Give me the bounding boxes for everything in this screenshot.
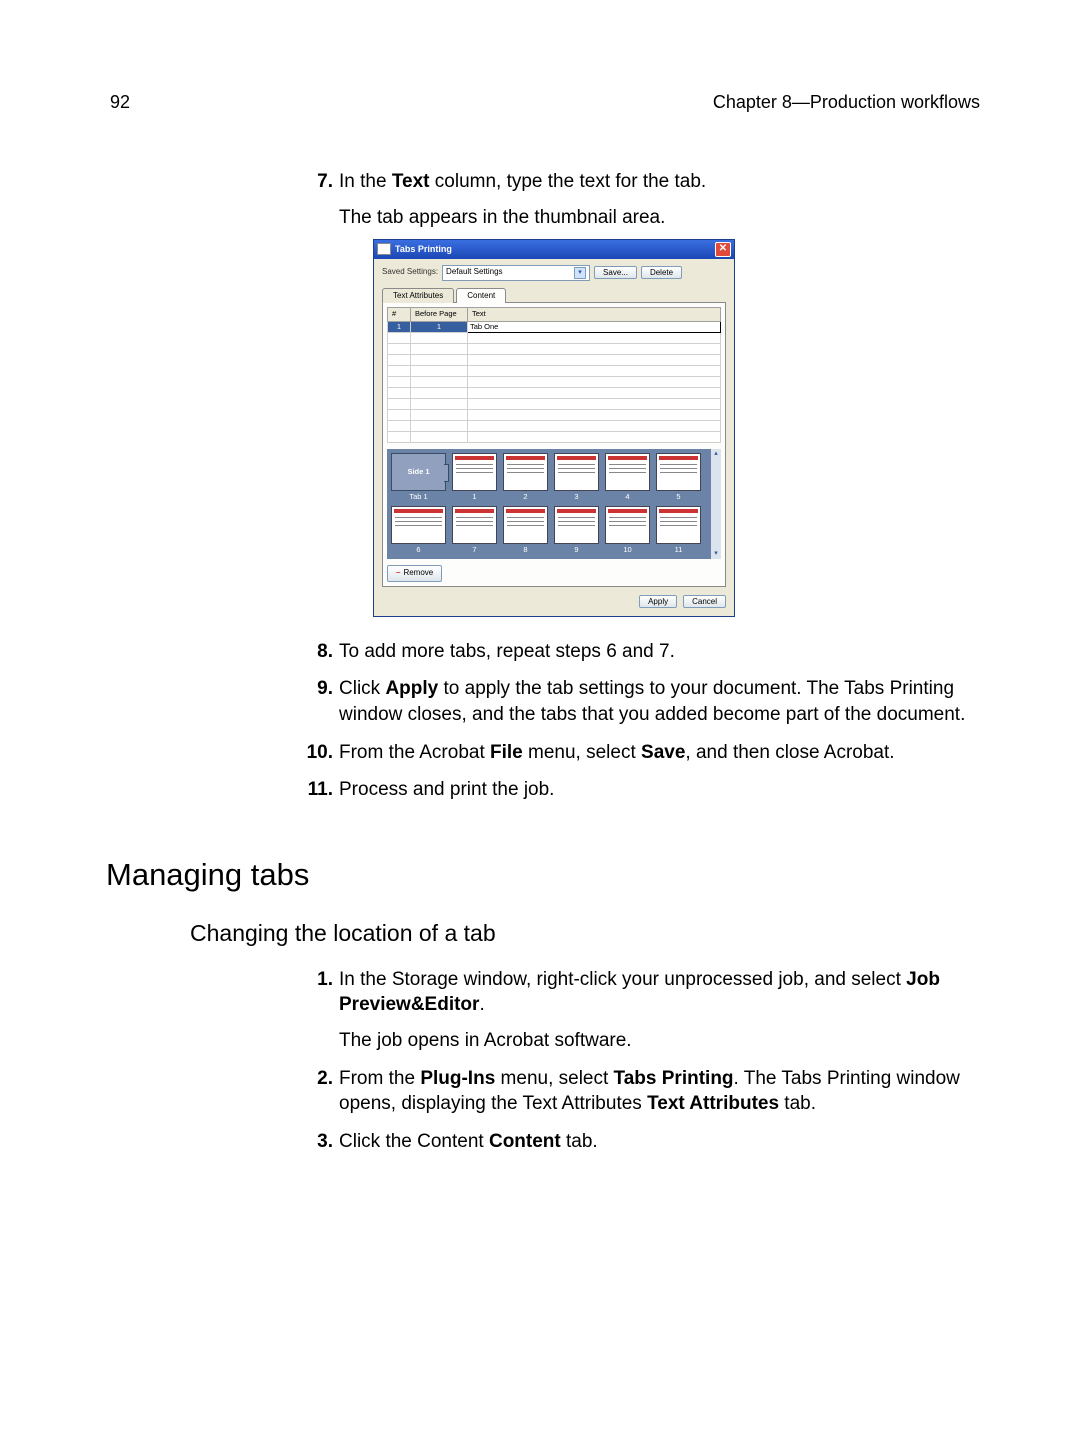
thumbnail-strip: Side 1 Tab 1 12345 67891011 ▴▾ (387, 449, 721, 559)
step-body: From the Plug-Ins menu, select Tabs Prin… (339, 1066, 980, 1123)
tab-text-attributes[interactable]: Text Attributes (382, 288, 454, 304)
thumbnail-caption: 5 (656, 492, 701, 502)
step-list-a: 7.In the Text column, type the text for … (305, 169, 980, 809)
step-number: 8. (305, 639, 333, 671)
save-settings-button[interactable]: Save... (594, 266, 637, 279)
subsection-heading: Changing the location of a tab (190, 918, 980, 949)
page-number: 92 (110, 90, 130, 114)
step-item: 3.Click the Content Content tab. (305, 1129, 980, 1161)
step-number: 7. (305, 169, 333, 632)
cancel-button[interactable]: Cancel (683, 595, 726, 608)
step-item: 10.From the Acrobat File menu, select Sa… (305, 740, 980, 772)
step-item: 8.To add more tabs, repeat steps 6 and 7… (305, 639, 980, 671)
thumbnail-caption: 3 (554, 492, 599, 502)
page-thumbnail[interactable] (503, 506, 548, 544)
thumbnail-caption: 1 (452, 492, 497, 502)
step-number: 1. (305, 967, 333, 1060)
thumbnail-caption: 6 (391, 545, 446, 555)
thumbnail-caption: 2 (503, 492, 548, 502)
step-body: Process and print the job. (339, 777, 980, 809)
minus-icon: – (396, 568, 400, 579)
page-thumbnail[interactable] (554, 506, 599, 544)
close-icon[interactable]: ✕ (715, 242, 731, 257)
step-body: Click the Content Content tab. (339, 1129, 980, 1161)
step-body: From the Acrobat File menu, select Save,… (339, 740, 980, 772)
step-body: To add more tabs, repeat steps 6 and 7. (339, 639, 980, 671)
page-thumbnail[interactable] (656, 506, 701, 544)
col-header-text[interactable]: Text (468, 308, 721, 321)
chevron-up-icon[interactable]: ▴ (714, 449, 718, 458)
app-icon (377, 243, 391, 255)
dialog-title: Tabs Printing (395, 243, 452, 255)
thumbnail-caption: Tab 1 (391, 492, 446, 502)
col-header-before-page[interactable]: Before Page (411, 308, 468, 321)
tab-panel-content: # Before Page Text 1 1 Tab One Side 1 Ta… (382, 302, 726, 586)
step-number: 10. (305, 740, 333, 772)
saved-settings-label: Saved Settings: (382, 267, 438, 278)
step-text: To add more tabs, repeat steps 6 and 7. (339, 639, 980, 665)
thumbnail-caption: 7 (452, 545, 497, 555)
dialog-titlebar[interactable]: Tabs Printing ✕ (374, 240, 734, 259)
step-item: 11.Process and print the job. (305, 777, 980, 809)
chevron-down-icon[interactable]: ▾ (714, 549, 718, 558)
step-item: 1.In the Storage window, right-click you… (305, 967, 980, 1060)
page-thumbnail[interactable] (605, 453, 650, 491)
tab-content[interactable]: Content (456, 288, 506, 304)
step-number: 2. (305, 1066, 333, 1123)
section-heading: Managing tabs (106, 854, 980, 896)
chapter-label: Chapter 8—Production workflows (713, 90, 980, 114)
step-text: In the Storage window, right-click your … (339, 967, 980, 1018)
tabs-printing-dialog: Tabs Printing ✕ Saved Settings: Default … (373, 239, 735, 617)
thumbnail-caption: 11 (656, 545, 701, 555)
step-item: 9.Click Apply to apply the tab settings … (305, 676, 980, 733)
step-text: From the Plug-Ins menu, select Tabs Prin… (339, 1066, 980, 1117)
tabs-table: # Before Page Text 1 1 Tab One (387, 307, 721, 442)
thumbnail-caption: 8 (503, 545, 548, 555)
thumbnail-caption: 10 (605, 545, 650, 555)
step-text: From the Acrobat File menu, select Save,… (339, 740, 980, 766)
step-text: In the Text column, type the text for th… (339, 169, 980, 195)
page-thumbnail[interactable] (452, 453, 497, 491)
saved-settings-value: Default Settings (446, 267, 502, 278)
col-header-num[interactable]: # (388, 308, 411, 321)
scrollbar-vertical[interactable]: ▴▾ (711, 449, 721, 559)
step-text: Click Apply to apply the tab settings to… (339, 676, 980, 727)
tab-text-input[interactable]: Tab One (468, 321, 721, 332)
step-item: 2.From the Plug-Ins menu, select Tabs Pr… (305, 1066, 980, 1123)
step-number: 11. (305, 777, 333, 809)
step-item: 7.In the Text column, type the text for … (305, 169, 980, 632)
delete-settings-button[interactable]: Delete (641, 266, 682, 279)
step-body: In the Text column, type the text for th… (339, 169, 980, 632)
page-thumbnail[interactable] (656, 453, 701, 491)
page-thumbnail[interactable] (503, 453, 548, 491)
step-body: Click Apply to apply the tab settings to… (339, 676, 980, 733)
remove-button[interactable]: –Remove (387, 565, 442, 582)
saved-settings-combo[interactable]: Default Settings ▾ (442, 265, 590, 281)
page-thumbnail[interactable] (554, 453, 599, 491)
step-text: Process and print the job. (339, 777, 980, 803)
thumbnail-caption: 4 (605, 492, 650, 502)
thumbnail-caption: 9 (554, 545, 599, 555)
step-body: In the Storage window, right-click your … (339, 967, 980, 1060)
step-list-b: 1.In the Storage window, right-click you… (305, 967, 980, 1161)
table-row[interactable]: 1 1 Tab One (388, 321, 721, 332)
step-text: Click the Content Content tab. (339, 1129, 980, 1155)
apply-button[interactable]: Apply (639, 595, 677, 608)
step-result-text: The tab appears in the thumbnail area. (339, 205, 980, 231)
step-number: 9. (305, 676, 333, 733)
page-thumbnail[interactable] (391, 506, 446, 544)
step-number: 3. (305, 1129, 333, 1161)
step-result-text: The job opens in Acrobat software. (339, 1028, 980, 1054)
page-thumbnail[interactable] (452, 506, 497, 544)
page-thumbnail[interactable] (605, 506, 650, 544)
tab-slot-thumbnail[interactable]: Side 1 (391, 453, 446, 491)
chevron-down-icon[interactable]: ▾ (574, 267, 586, 279)
page-header: 92 Chapter 8—Production workflows (110, 90, 980, 114)
